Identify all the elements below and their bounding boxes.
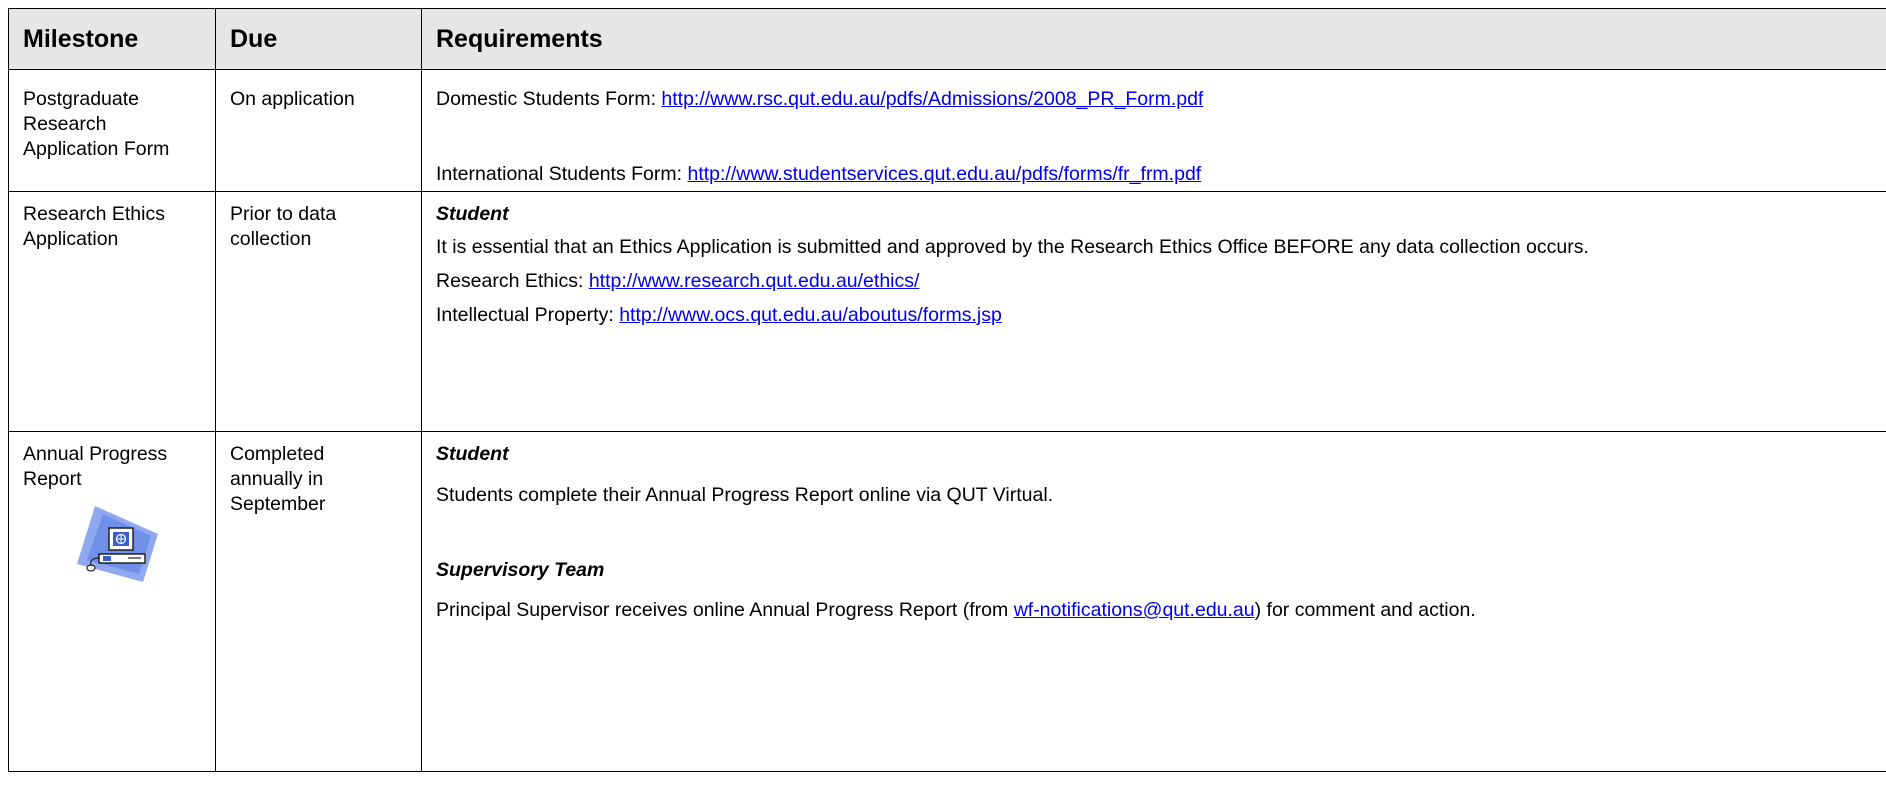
student-heading: Student xyxy=(436,443,509,465)
intellectual-property-link[interactable]: http://www.ocs.qut.edu.au/aboutus/forms.… xyxy=(619,304,1002,326)
table-row: Research Ethics Application Prior to dat… xyxy=(8,191,1886,432)
requirements-cell: Domestic Students Form: http://www.rsc.q… xyxy=(421,69,1886,192)
header-requirements: Requirements xyxy=(421,8,1886,70)
table-row: Postgraduate Research Application Form O… xyxy=(8,69,1886,192)
milestone-cell: Research Ethics Application xyxy=(8,191,216,432)
domestic-form-line: Domestic Students Form: http://www.rsc.q… xyxy=(436,88,1204,110)
research-ethics-line: Research Ethics: http://www.research.qut… xyxy=(436,270,920,292)
student-progress-text: Students complete their Annual Progress … xyxy=(436,484,1054,506)
requirements-cell: Student Students complete their Annual P… xyxy=(421,431,1886,772)
student-heading: Student xyxy=(436,203,509,225)
ethics-essential-text: It is essential that an Ethics Applicati… xyxy=(436,236,1589,258)
international-form-link[interactable]: http://www.studentservices.qut.edu.au/pd… xyxy=(687,163,1201,185)
milestone-cell: Annual Progress Report xyxy=(8,431,216,772)
milestones-table: Milestone Due Requirements Postgraduate … xyxy=(8,8,1886,772)
supervisor-text: Principal Supervisor receives online Ann… xyxy=(436,599,1476,621)
milestone-label: Annual Progress Report xyxy=(23,443,168,490)
table-header-row: Milestone Due Requirements xyxy=(8,8,1886,70)
table-row: Annual Progress Report Completed annuall… xyxy=(8,431,1886,772)
header-milestone: Milestone xyxy=(8,8,216,70)
due-cell: Completed annually in September xyxy=(215,431,422,772)
supervisory-team-heading: Supervisory Team xyxy=(436,559,605,581)
intellectual-property-line: Intellectual Property: http://www.ocs.qu… xyxy=(436,304,1002,326)
milestone-cell: Postgraduate Research Application Form xyxy=(8,69,216,192)
notifications-email-link[interactable]: wf-notifications@qut.edu.au xyxy=(1014,599,1255,621)
international-form-line: International Students Form: http://www.… xyxy=(436,163,1202,185)
research-ethics-link[interactable]: http://www.research.qut.edu.au/ethics/ xyxy=(589,270,920,292)
requirements-cell: Student It is essential that an Ethics A… xyxy=(421,191,1886,432)
computer-icon xyxy=(77,506,158,582)
due-cell: On application xyxy=(215,69,422,192)
due-cell: Prior to data collection xyxy=(215,191,422,432)
domestic-form-link[interactable]: http://www.rsc.qut.edu.au/pdfs/Admission… xyxy=(661,88,1203,110)
header-due: Due xyxy=(215,8,422,70)
